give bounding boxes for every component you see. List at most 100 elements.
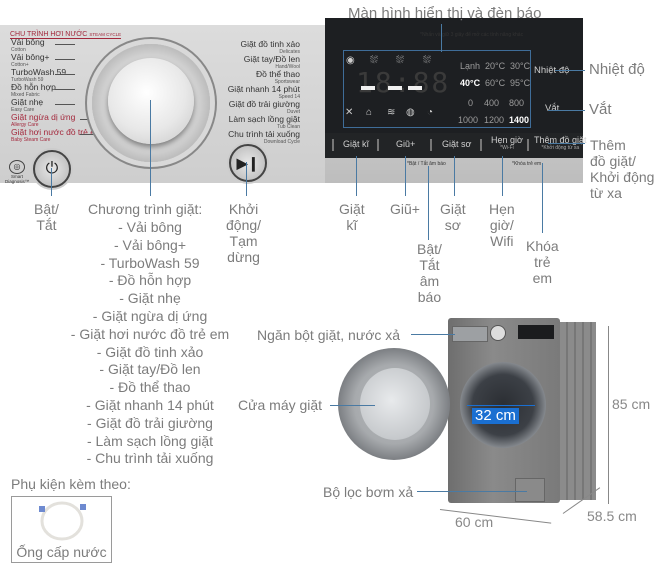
program-tick: [55, 104, 75, 105]
spin-option: 800: [509, 98, 525, 108]
program-callout-item: - Đồ thể thao: [109, 379, 191, 396]
intensive-button-label: Giặt kĩ: [343, 139, 370, 149]
display-indicator-label: Màn hình hiển thị và đèn báo: [348, 5, 542, 22]
smart-diagnosis-label: Smart Diagnosis™: [5, 174, 30, 184]
program-option: Giặt nhẹ Easy Care: [11, 98, 43, 114]
mini-display: [518, 325, 554, 339]
detergent-drawer: [452, 326, 488, 342]
door-label: Cửa máy giặt: [238, 397, 323, 413]
callout-line: [417, 491, 527, 492]
program-option: Giặt nhanh 14 phút Speed 14: [227, 84, 300, 101]
program-option: Vải bông+ Cotton+: [11, 52, 50, 69]
temperature-label: Nhiệt độ: [589, 61, 645, 78]
callout-line: [441, 24, 442, 52]
program-option-name: Vải bông+: [11, 52, 50, 62]
program-tick: [55, 44, 75, 45]
program-callout-item: - Giặt hơi nước đồ trẻ em: [70, 325, 230, 342]
program-option: Đồ thể thao Sportswear: [256, 70, 300, 86]
callout-line: [356, 156, 357, 196]
smart-diagnosis-icon: ◎: [9, 160, 25, 174]
mini-dial: [490, 325, 506, 341]
spin-option: 0: [468, 98, 474, 108]
program-dial[interactable]: [92, 44, 210, 162]
temperature-option: 40°C: [460, 78, 481, 88]
program-tick: [80, 134, 100, 135]
prewash-button[interactable]: Giặt sơ: [442, 139, 471, 149]
program-option: Chu trình tải xuống Download Cycle: [228, 130, 300, 146]
program-option: Vải bông Cotton: [11, 37, 45, 54]
program-callout-item: - Đồ hỗn hợp: [108, 272, 192, 289]
program-dial-cap: [108, 58, 194, 144]
program-tick: [55, 89, 75, 90]
program-callout-item: - Giặt đồ trải giường: [87, 414, 213, 431]
program-callout-item: - Vải bông: [118, 219, 182, 235]
wifi-icon: ≋: [387, 107, 396, 118]
height-dimension-line: [608, 326, 609, 504]
spin-option: 1000: [458, 115, 479, 125]
program-option-name: Giặt ngừa dị ứng: [11, 112, 76, 122]
timer-wifi-label: Hẹn giờ/ Wifi: [489, 201, 515, 249]
door-glass: [360, 368, 430, 440]
add-item-button-sub: *Khởi động từ xa: [541, 145, 580, 151]
program-option-name: Giặt nhanh 14 phút: [227, 84, 300, 94]
rinse-plus-label: Giũ+: [390, 201, 420, 217]
detergent-drawer-label: Ngăn bột giặt, nước xả: [257, 327, 401, 343]
accessories-title: Phụ kiện kèm theo:: [11, 476, 131, 492]
add-item-label: Thêm đồ giặt/ Khởi động từ xa: [590, 137, 655, 201]
display-dash: [408, 86, 422, 90]
program-option-name: Giặt tay/Đồ len: [243, 54, 300, 64]
temperature-option: 30°C: [510, 61, 531, 71]
remote-start-icon: ◔: [427, 107, 434, 118]
program-option-name: Giặt hơi nước đồ trẻ em: [11, 127, 103, 137]
power-button[interactable]: ⏻: [33, 150, 71, 188]
program-option: TurboWash 59 TurboWash 59: [11, 67, 67, 84]
program-option-name: Giặt đồ tinh xảo: [240, 39, 300, 49]
prewash-button-label: Giặt sơ: [442, 139, 472, 149]
play-pause-icon: ▶❙: [236, 154, 260, 171]
callout-line: [542, 163, 543, 233]
child-lock-note: *Khóa trẻ em: [512, 161, 542, 167]
door-diameter-badge: 32 cm: [472, 408, 519, 424]
program-option-name: Vải bông: [11, 37, 45, 47]
spin-button[interactable]: Vắt: [545, 103, 559, 114]
temperature-option: Lạnh: [460, 61, 481, 71]
sound-toggle-label: Bật/ Tắt âm báo: [417, 241, 442, 305]
program-option-name: TurboWash 59: [11, 67, 67, 77]
display-dash: [388, 86, 402, 90]
accessory-label: Ống cấp nước: [16, 544, 107, 560]
button-separator: [332, 139, 334, 151]
washer-door[interactable]: [338, 348, 450, 460]
start-pause-button[interactable]: ▶❙: [229, 144, 267, 182]
program-callout-item: - Giặt đồ tinh xảo: [96, 343, 204, 360]
program-option: Đồ hỗn hợp Mixed Fabric: [11, 82, 56, 99]
power-icon: ⏻: [45, 160, 59, 177]
display-dash: [361, 86, 375, 90]
spin-option: 1200: [484, 115, 505, 125]
program-option-sub: Download Cycle: [263, 139, 300, 145]
program-callout-item: - Giặt nhẹ: [119, 290, 181, 307]
program-callout-item: - Giặt tay/Đồ len: [99, 361, 201, 378]
washer-side-panel: [560, 322, 596, 500]
timer-button[interactable]: Hẹn giờ *Wi-Fi: [491, 135, 523, 151]
callout-line: [150, 100, 151, 196]
rinse-plus-button[interactable]: Giũ+: [396, 139, 415, 149]
program-callout-item: - Giặt ngừa dị ứng: [92, 308, 208, 324]
hose-connector: [80, 504, 86, 510]
hose-connector: [39, 506, 45, 512]
callout-line: [246, 162, 247, 196]
timer-button-label: Hẹn giờ: [491, 135, 523, 145]
program-option-sub: Baby Steam Care: [11, 137, 51, 143]
power-label: Bật/ Tắt: [34, 201, 59, 233]
start-pause-label: Khởi động/ Tạm dừng: [226, 201, 262, 265]
program-option-name: Giặt đồ trải giường: [228, 99, 300, 109]
callout-line: [411, 334, 455, 335]
accessory-item: Ống cấp nước: [11, 496, 112, 563]
program-option-name: Đồ hỗn hợp: [11, 82, 56, 92]
callout-line: [405, 156, 406, 196]
width-label: 60 cm: [455, 514, 494, 530]
intensive-button[interactable]: Giặt kĩ: [343, 139, 369, 149]
spin-label: Vắt: [589, 101, 612, 118]
callout-line: [555, 70, 585, 71]
mute-icon: ✕: [345, 107, 354, 118]
callout-line: [548, 143, 585, 144]
